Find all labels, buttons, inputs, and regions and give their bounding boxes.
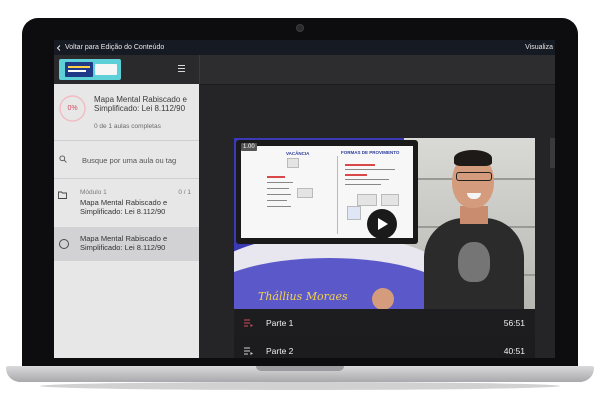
module-item[interactable]: Módulo 1 0 / 1 Mapa Mental Rabiscado e S… xyxy=(54,185,199,227)
slide-line xyxy=(267,176,285,178)
slide-line xyxy=(345,164,375,166)
playlist-icon xyxy=(244,347,253,355)
search-icon xyxy=(59,155,67,163)
video-player[interactable]: VACÂNCIA FORMAS DE PROVIMENTO 1.00 Tháll… xyxy=(234,138,535,309)
slide-box xyxy=(357,194,377,206)
module-title: Mapa Mental Rabiscado e Simplificado: Le… xyxy=(80,198,168,216)
divider xyxy=(54,178,199,179)
part-label: Parte 2 xyxy=(266,346,294,356)
shirt-print xyxy=(458,242,490,282)
webcam xyxy=(296,24,304,32)
slide-line xyxy=(345,174,367,176)
slide-figure xyxy=(347,206,361,220)
course-logo xyxy=(59,59,121,80)
search-input[interactable] xyxy=(82,153,194,167)
slide-box xyxy=(287,158,299,168)
laptop-notch xyxy=(256,366,344,371)
slide-line xyxy=(337,156,338,234)
slide-line xyxy=(345,169,395,170)
play-button[interactable] xyxy=(367,209,397,239)
course-completion: 0 de 1 aulas completas xyxy=(94,123,161,130)
part-duration: 56:51 xyxy=(503,318,525,328)
preview-link[interactable]: Visualiza xyxy=(525,40,553,55)
back-link[interactable]: Voltar para Edição do Conteúdo xyxy=(56,40,164,55)
presenter-neck xyxy=(460,206,488,224)
playlist-icon xyxy=(244,319,253,327)
main-header xyxy=(199,55,555,85)
back-label: Voltar para Edição do Conteúdo xyxy=(65,44,165,51)
divider xyxy=(54,140,199,141)
slide-box xyxy=(297,188,313,198)
top-bar: Voltar para Edição do Conteúdo Visualiza xyxy=(54,40,555,55)
progress-percent: 0% xyxy=(67,105,78,112)
search-bar xyxy=(54,145,199,175)
presenter-glasses xyxy=(456,172,492,181)
logo-bar xyxy=(54,55,199,84)
lesson-item[interactable]: Mapa Mental Rabiscado e Simplificado: Le… xyxy=(54,227,199,261)
part-duration: 40:51 xyxy=(503,346,525,356)
lesson-status-icon xyxy=(59,239,69,249)
scrollbar[interactable] xyxy=(550,138,555,168)
slide-title-provimento: FORMAS DE PROVIMENTO xyxy=(341,150,400,155)
hamburger-icon[interactable] xyxy=(178,65,185,73)
presenter-hair xyxy=(454,150,492,166)
main-panel: VACÂNCIA FORMAS DE PROVIMENTO 1.00 Tháll… xyxy=(199,55,555,358)
slide-box xyxy=(381,194,399,206)
slide-line xyxy=(267,194,291,195)
part-item[interactable]: Parte 1 56:51 xyxy=(234,309,535,337)
lesson-title: Mapa Mental Rabiscado e Simplificado: Le… xyxy=(80,234,168,252)
slide-line xyxy=(267,206,291,207)
slide-title-vacancia: VACÂNCIA xyxy=(286,151,310,156)
module-label: Módulo 1 xyxy=(80,189,107,196)
slide-line xyxy=(345,184,381,185)
slide-line xyxy=(267,188,289,189)
laptop-shadow xyxy=(40,382,560,390)
app-screen: Voltar para Edição do Conteúdo Visualiza… xyxy=(54,40,555,358)
slide-line xyxy=(267,200,287,201)
presenter-hand xyxy=(372,288,394,309)
part-item[interactable]: Parte 2 40:51 xyxy=(234,337,535,358)
course-title: Mapa Mental Rabiscado e Simplificado: Le… xyxy=(94,95,187,113)
folder-icon xyxy=(58,191,67,199)
slide-line xyxy=(267,182,293,183)
slide-badge: 1.00 xyxy=(241,143,257,151)
chevron-left-icon xyxy=(56,44,61,51)
play-icon xyxy=(378,218,388,230)
sidebar: 0% Mapa Mental Rabiscado e Simplificado:… xyxy=(54,55,199,358)
part-label: Parte 1 xyxy=(266,318,294,328)
video-signature: Thállius Moraes xyxy=(258,290,348,303)
course-summary: 0% Mapa Mental Rabiscado e Simplificado:… xyxy=(54,84,199,140)
slide-line xyxy=(345,179,389,180)
module-count: 0 / 1 xyxy=(178,189,191,196)
